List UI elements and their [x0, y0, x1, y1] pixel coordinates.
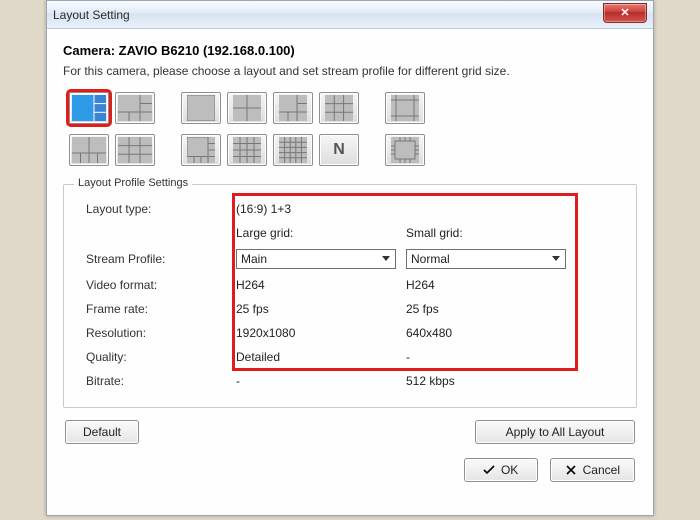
profile-grid: Layout type: (16:9) 1+3 Large grid: Smal… [76, 197, 624, 393]
layout-group-16x9-bottom [69, 134, 155, 166]
layout-icon-3x3[interactable] [319, 92, 359, 124]
header-small-grid: Small grid: [406, 226, 576, 240]
apply-all-button[interactable]: Apply to All Layout [475, 420, 635, 444]
layout-icon-4x4[interactable] [227, 134, 267, 166]
select-small-profile[interactable]: Normal [406, 249, 566, 269]
layout-icon-border[interactable] [385, 92, 425, 124]
window-close-button[interactable]: ✕ [603, 3, 647, 23]
default-button[interactable]: Default [65, 420, 139, 444]
row-grid-headers: Large grid: Small grid: [76, 221, 624, 245]
button-row-top: Default Apply to All Layout [63, 420, 637, 444]
label-bitrate: Bitrate: [76, 374, 236, 388]
layout-icon-5x5[interactable] [273, 134, 313, 166]
layout-icon-1plus5[interactable] [273, 92, 313, 124]
layout-icon-16x9-d[interactable] [115, 134, 155, 166]
apply-all-button-label: Apply to All Layout [506, 425, 605, 439]
cancel-button[interactable]: Cancel [550, 458, 635, 482]
layout-group-mid-top [181, 92, 359, 124]
fieldset-legend: Layout Profile Settings [74, 177, 192, 189]
select-large-profile[interactable]: Main [236, 249, 396, 269]
layout-icon-n[interactable]: N [319, 134, 359, 166]
value-small-video-format: H264 [406, 278, 576, 292]
layout-group-right-bottom [385, 134, 425, 166]
value-large-quality: Detailed [236, 350, 406, 364]
titlebar: Layout Setting ✕ [47, 1, 653, 29]
chevron-down-icon [549, 252, 563, 266]
row-resolution: Resolution: 1920x1080 640x480 [76, 321, 624, 345]
layout-row-1 [69, 92, 631, 124]
label-quality: Quality: [76, 350, 236, 364]
value-small-bitrate: 512 kbps [406, 374, 576, 388]
layout-group-mid-bottom: N [181, 134, 359, 166]
label-resolution: Resolution: [76, 326, 236, 340]
row-layout-type: Layout type: (16:9) 1+3 [76, 197, 624, 221]
instruction-text: For this camera, please choose a layout … [63, 64, 637, 78]
close-icon: ✕ [620, 8, 629, 19]
x-icon [565, 464, 577, 476]
label-layout-type: Layout type: [76, 202, 236, 216]
ok-button-label: OK [501, 463, 518, 477]
camera-value: ZAVIO B6210 (192.168.0.100) [119, 43, 295, 58]
cancel-button-label: Cancel [583, 463, 620, 477]
dialog-window: Layout Setting ✕ Camera: ZAVIO B6210 (19… [46, 0, 654, 516]
row-quality: Quality: Detailed - [76, 345, 624, 369]
value-large-resolution: 1920x1080 [236, 326, 406, 340]
row-video-format: Video format: H264 H264 [76, 273, 624, 297]
label-video-format: Video format: [76, 278, 236, 292]
value-large-frame-rate: 25 fps [236, 302, 406, 316]
layout-icon-16x9-b[interactable] [115, 92, 155, 124]
value-small-quality: - [406, 350, 576, 364]
layout-icon-dashed-border[interactable] [385, 134, 425, 166]
window-title: Layout Setting [53, 8, 130, 22]
value-layout-type: (16:9) 1+3 [236, 202, 406, 216]
chevron-down-icon [379, 252, 393, 266]
layout-icon-1plus12[interactable] [181, 134, 221, 166]
select-large-value: Main [241, 252, 267, 266]
layout-row-2: N [69, 134, 631, 166]
value-large-bitrate: - [236, 374, 406, 388]
value-small-resolution: 640x480 [406, 326, 576, 340]
ok-button[interactable]: OK [464, 458, 538, 482]
select-small-value: Normal [411, 252, 450, 266]
label-stream-profile: Stream Profile: [76, 252, 236, 266]
row-stream-profile: Stream Profile: Main Normal [76, 245, 624, 273]
label-frame-rate: Frame rate: [76, 302, 236, 316]
layout-icon-2x2[interactable] [227, 92, 267, 124]
layout-group-right-top [385, 92, 425, 124]
layout-grid: N [69, 92, 631, 166]
layout-icon-16x9-1plus3[interactable] [69, 92, 109, 124]
check-icon [483, 464, 495, 476]
row-frame-rate: Frame rate: 25 fps 25 fps [76, 297, 624, 321]
value-small-frame-rate: 25 fps [406, 302, 576, 316]
layout-n-letter: N [333, 141, 345, 159]
button-row-bottom: OK Cancel [63, 458, 637, 482]
value-large-video-format: H264 [236, 278, 406, 292]
camera-heading: Camera: ZAVIO B6210 (192.168.0.100) [63, 43, 637, 58]
profile-settings-fieldset: Layout Profile Settings Layout type: (16… [63, 184, 637, 408]
camera-label: Camera: [63, 43, 115, 58]
row-bitrate: Bitrate: - 512 kbps [76, 369, 624, 393]
default-button-label: Default [83, 425, 121, 439]
layout-icon-1x1[interactable] [181, 92, 221, 124]
layout-group-16x9-top [69, 92, 155, 124]
header-large-grid: Large grid: [236, 226, 406, 240]
layout-icon-16x9-c[interactable] [69, 134, 109, 166]
client-area: Camera: ZAVIO B6210 (192.168.0.100) For … [47, 29, 653, 494]
